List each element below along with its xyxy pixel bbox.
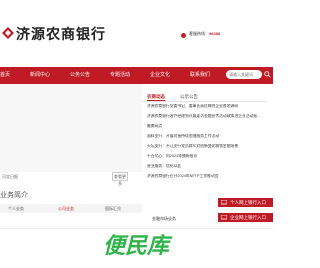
search-icon[interactable]: [264, 71, 271, 78]
search-input[interactable]: [226, 70, 262, 79]
watermark-text: 便民库: [103, 234, 173, 259]
news-item[interactable]: 济源农商银行客户经理到开展走访金融宣传活动政策进企业活动报...: [147, 114, 265, 119]
nav-item-culture[interactable]: 企业文化: [150, 71, 170, 78]
nav-item-home[interactable]: 首页: [0, 71, 10, 78]
news-item[interactable]: 面料支行：开展对接持续金融服务工作活动: [147, 134, 265, 139]
nav-item-news[interactable]: 新闻中心: [30, 71, 50, 78]
corporate-ebank-button[interactable]: 企业网上银行入口: [218, 213, 273, 222]
hotline-label: 客服热线：: [189, 31, 209, 36]
tab-personal-business[interactable]: 个人业务: [8, 206, 24, 212]
hotline-number: 96288: [209, 31, 221, 36]
more-button[interactable]: 查看更多: [112, 172, 128, 186]
news-item[interactable]: 千百亿心：向2024年播新报讯: [147, 154, 265, 159]
personal-ebank-label: 个人网上银行入口: [230, 200, 266, 205]
news-item[interactable]: 天坛支行：不让支行党员群众对创新变化解锁金融场景: [147, 144, 265, 149]
news-item[interactable]: 济源农商银行召开2024年NFTP工作推动会: [147, 174, 265, 179]
watermark-logo: 便民库: [103, 234, 173, 259]
news-item[interactable]: 营业服务：优化以此: [147, 164, 265, 169]
tab-public-notices[interactable]: 公示公告: [180, 94, 198, 100]
tab-international[interactable]: 国际汇兑: [105, 206, 121, 212]
business-section-title: 业务简介: [0, 192, 28, 199]
divider: [0, 228, 273, 229]
bank-logo-icon: [2, 27, 14, 39]
news-footer-text: 河北日报: [2, 174, 18, 179]
phone-icon: [181, 33, 186, 38]
nav-item-notices[interactable]: 公务公告: [70, 71, 90, 78]
personal-ebank-button[interactable]: 个人网上银行入口: [218, 198, 273, 207]
business-tabs: 个人业务 公司业务 国际汇兑: [0, 204, 142, 213]
tab-corporate-business[interactable]: 公司业务: [58, 206, 74, 212]
corporate-ebank-label: 企业网上银行入口: [230, 215, 266, 220]
nav-item-contact[interactable]: 联系我们: [190, 71, 210, 78]
bank-name[interactable]: 济源农商银行: [16, 24, 106, 44]
monitor-icon: [221, 200, 227, 205]
banner-area: [0, 84, 142, 172]
news-item[interactable]: 济源农商银行党委书记、董事长高红梅到企业各地调研: [147, 104, 265, 109]
nav-item-activities[interactable]: 专题活动: [110, 71, 130, 78]
monitor-icon: [221, 215, 227, 220]
business-subtitle: 金融市场业务: [152, 216, 176, 221]
hotline: 客服热线：96288: [189, 31, 220, 37]
active-tab-indicator: [147, 100, 165, 101]
news-item[interactable]: 最美网点: [147, 124, 265, 129]
